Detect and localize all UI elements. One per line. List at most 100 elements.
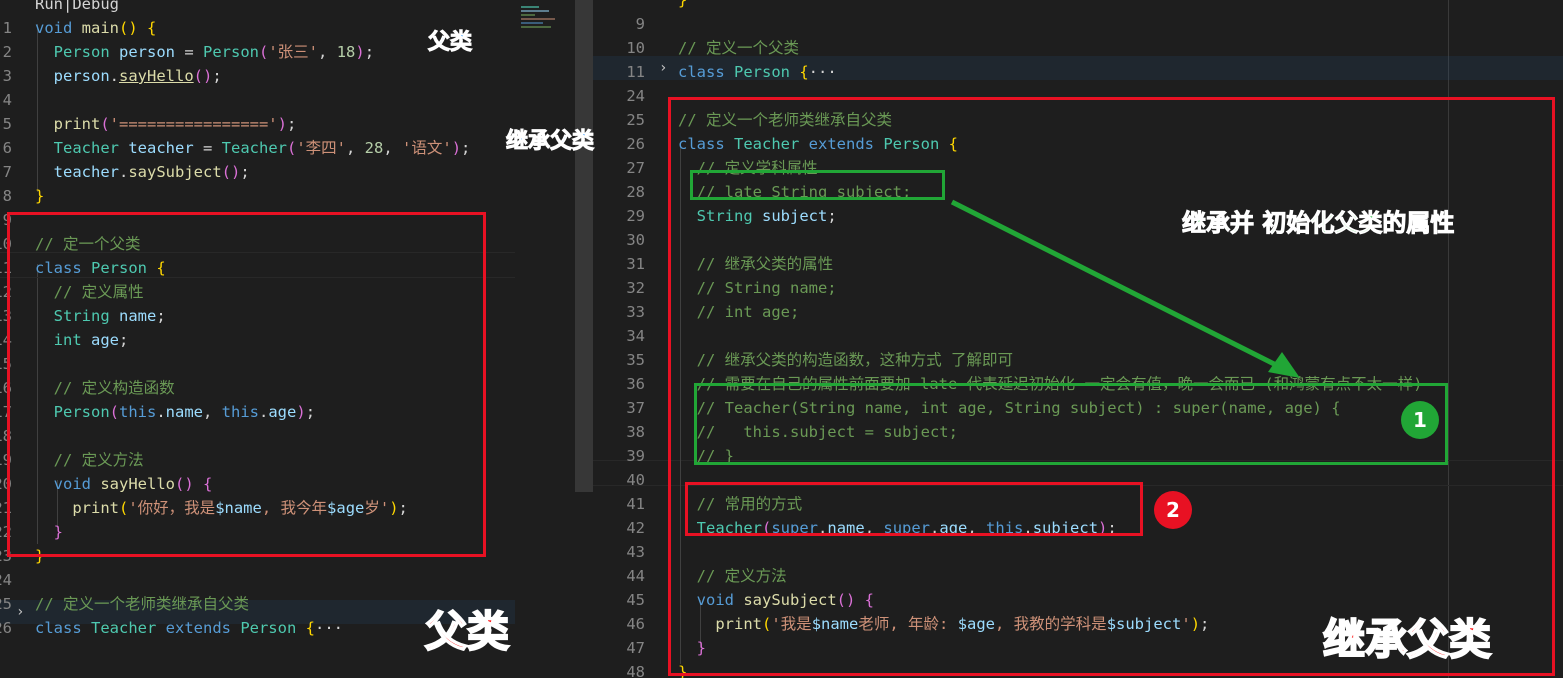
line-number: 2	[2, 43, 12, 61]
code-token: {	[799, 63, 809, 81]
code-token: saySubject	[128, 163, 222, 181]
fold-chevron-icon[interactable]: ›	[659, 56, 667, 80]
code-line[interactable]: 5 print('================');	[0, 112, 515, 136]
code-token: '语文'	[402, 139, 452, 157]
code-line[interactable]: 10 // 定义一个父类	[593, 36, 1563, 60]
code-text: class Person {···	[678, 60, 837, 84]
code-token: }	[678, 0, 688, 9]
line-number: 4	[2, 91, 12, 109]
late-subject-box	[690, 170, 945, 200]
scrollbar-thumb[interactable]	[575, 0, 593, 492]
code-token: teacher	[128, 139, 194, 157]
init-props-label: 继承并 初始化父类的属性	[1181, 209, 1455, 238]
code-token: =	[193, 139, 222, 157]
line-number: 29	[626, 207, 645, 225]
code-token: ()	[221, 163, 241, 181]
line-number: 32	[626, 279, 645, 297]
code-token: // 定义一个父类	[678, 39, 799, 57]
badge-2: 2	[1154, 491, 1192, 529]
code-token: () {	[119, 19, 157, 37]
line-number: 10	[626, 39, 645, 57]
code-token: void	[35, 19, 82, 37]
code-line[interactable]: 11 class Person {···	[593, 60, 1563, 84]
code-token: 18	[336, 43, 356, 61]
line-number: 25	[626, 111, 645, 129]
code-token: )	[277, 115, 287, 133]
code-token: ,	[346, 139, 365, 157]
line-number: 33	[626, 303, 645, 321]
line-number: 26	[0, 619, 12, 637]
code-text: void main() {	[35, 16, 156, 40]
line-number: 26	[626, 135, 645, 153]
code-token: Run|Debug	[35, 0, 119, 13]
code-token: (	[286, 139, 297, 157]
common-constructor-box	[685, 482, 1143, 536]
code-line[interactable]: 3 person.sayHello();	[0, 64, 515, 88]
line-number: 46	[626, 615, 645, 633]
line-number: 39	[626, 447, 645, 465]
code-line[interactable]: 9	[593, 12, 1563, 36]
line-number: 42	[626, 519, 645, 537]
code-token: .	[109, 67, 119, 85]
line-number: 5	[2, 115, 12, 133]
code-token: )	[451, 139, 462, 157]
line-number: 7	[2, 163, 12, 181]
code-line[interactable]: Run|Debug	[0, 0, 515, 16]
line-number: 27	[626, 159, 645, 177]
line-number: 34	[626, 327, 645, 345]
parent-label-small: 父类	[427, 30, 473, 56]
fold-chevron-icon[interactable]: ›	[16, 600, 24, 624]
code-token: Person	[35, 43, 119, 61]
code-line[interactable]: 6 Teacher teacher = Teacher('李四', 28, '语…	[0, 136, 515, 160]
line-number: 25	[0, 595, 12, 613]
code-line[interactable]: }	[593, 0, 1563, 12]
parent-label-big: 父类	[424, 606, 510, 657]
inherit-label-small: 继承父类	[505, 129, 595, 155]
line-number: 24	[0, 571, 12, 589]
code-text: Run|Debug	[35, 0, 119, 16]
super-constructor-box	[694, 383, 1448, 465]
code-token: print	[35, 115, 101, 133]
code-token: '张三'	[268, 43, 319, 61]
code-line[interactable]: 8}	[0, 184, 515, 208]
code-line[interactable]: 7 teacher.saySubject();	[0, 160, 515, 184]
line-number: 3	[2, 67, 12, 85]
code-token: class	[678, 63, 734, 81]
code-token: (	[259, 43, 269, 61]
line-number: 47	[626, 639, 645, 657]
code-token: Teacher	[91, 619, 166, 637]
code-text: Person person = Person('张三', 18);	[35, 40, 374, 64]
line-number: 35	[626, 351, 645, 369]
code-line[interactable]: 24	[0, 568, 515, 592]
minimap-preview	[521, 4, 561, 36]
code-line[interactable]: 4	[0, 88, 515, 112]
code-token: teacher	[35, 163, 119, 181]
line-number: 31	[626, 255, 645, 273]
code-token: Teacher	[221, 139, 287, 157]
line-number: 41	[626, 495, 645, 513]
code-token: class	[35, 619, 91, 637]
line-number: 43	[626, 543, 645, 561]
code-token: {	[305, 619, 315, 637]
line-number: 24	[626, 87, 645, 105]
code-token: ;	[461, 139, 471, 157]
line-number: 9	[635, 15, 645, 33]
line-number: 6	[2, 139, 12, 157]
code-token: // 定义一个老师类继承自父类	[35, 595, 249, 613]
line-number: 44	[626, 567, 645, 585]
code-token: Person	[240, 619, 306, 637]
line-number: 38	[626, 423, 645, 441]
code-token: Teacher	[35, 139, 129, 157]
code-token: ···	[314, 619, 343, 637]
line-number: 48	[626, 663, 645, 678]
code-token: =	[175, 43, 203, 61]
code-token: 28	[364, 139, 384, 157]
code-text: Teacher teacher = Teacher('李四', 28, '语文'…	[35, 136, 471, 160]
line-number: 30	[626, 231, 645, 249]
code-token: '李四'	[296, 139, 346, 157]
code-text: // 定义一个父类	[678, 36, 799, 60]
code-text: }	[35, 184, 44, 208]
code-token: Person	[203, 43, 259, 61]
code-token: ,	[383, 139, 403, 157]
code-token: .	[119, 163, 129, 181]
